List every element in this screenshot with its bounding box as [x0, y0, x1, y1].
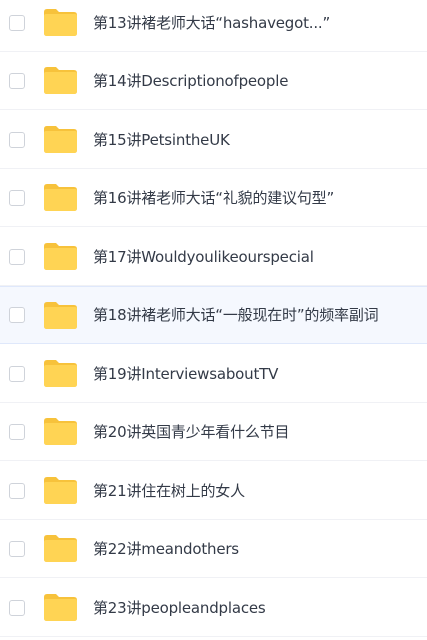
- row-checkbox[interactable]: [9, 14, 25, 31]
- row-checkbox[interactable]: [9, 482, 25, 499]
- folder-row-hovered[interactable]: 第18讲褚老师大话“一般现在时”的频率副词: [0, 286, 427, 344]
- folder-name[interactable]: 第23讲peopleandplaces: [93, 599, 419, 617]
- row-checkbox[interactable]: [9, 599, 25, 616]
- row-checkbox[interactable]: [9, 189, 25, 206]
- folder-row[interactable]: 第13讲褚老师大话“hashavegot...”: [0, 0, 427, 52]
- row-checkbox[interactable]: [9, 423, 25, 440]
- file-list: 第13讲褚老师大话“hashavegot...” 第14讲Description…: [0, 0, 427, 640]
- folder-name[interactable]: 第18讲褚老师大话“一般现在时”的频率副词: [93, 306, 419, 324]
- folder-icon: [43, 125, 78, 154]
- folder-icon: [43, 66, 78, 95]
- folder-name[interactable]: 第14讲Descriptionofpeople: [93, 72, 419, 90]
- row-checkbox[interactable]: [9, 540, 25, 557]
- folder-icon: [43, 8, 78, 37]
- folder-icon: [43, 534, 78, 563]
- row-checkbox[interactable]: [9, 72, 25, 89]
- folder-icon: [43, 417, 78, 446]
- folder-icon: [43, 476, 78, 505]
- folder-row[interactable]: 第23讲peopleandplaces: [0, 579, 427, 637]
- folder-name[interactable]: 第20讲英国青少年看什么节目: [93, 423, 419, 441]
- folder-row[interactable]: 第17讲Wouldyoulikeourspecial: [0, 228, 427, 286]
- folder-icon: [43, 593, 78, 622]
- folder-row[interactable]: 第16讲褚老师大话“礼貌的建议句型”: [0, 169, 427, 227]
- folder-row[interactable]: 第21讲住在树上的女人: [0, 462, 427, 520]
- folder-row[interactable]: 第19讲InterviewsaboutTV: [0, 345, 427, 403]
- folder-name[interactable]: 第17讲Wouldyoulikeourspecial: [93, 248, 419, 266]
- folder-name[interactable]: 第15讲PetsintheUK: [93, 131, 419, 149]
- row-checkbox[interactable]: [9, 248, 25, 265]
- folder-icon: [43, 242, 78, 271]
- folder-icon: [43, 183, 78, 212]
- row-checkbox[interactable]: [9, 307, 25, 323]
- row-checkbox[interactable]: [9, 365, 25, 382]
- folder-icon: [43, 359, 78, 388]
- folder-row[interactable]: 第20讲英国青少年看什么节目: [0, 403, 427, 461]
- folder-name[interactable]: 第22讲meandothers: [93, 540, 419, 558]
- folder-name[interactable]: 第13讲褚老师大话“hashavegot...”: [93, 14, 419, 32]
- folder-name[interactable]: 第21讲住在树上的女人: [93, 482, 419, 500]
- folder-row[interactable]: 第22讲meandothers: [0, 520, 427, 578]
- folder-row[interactable]: 第14讲Descriptionofpeople: [0, 52, 427, 110]
- folder-name[interactable]: 第16讲褚老师大话“礼貌的建议句型”: [93, 189, 419, 207]
- folder-name[interactable]: 第19讲InterviewsaboutTV: [93, 365, 419, 383]
- row-checkbox[interactable]: [9, 131, 25, 148]
- folder-icon: [43, 301, 78, 330]
- folder-row[interactable]: 第15讲PetsintheUK: [0, 111, 427, 169]
